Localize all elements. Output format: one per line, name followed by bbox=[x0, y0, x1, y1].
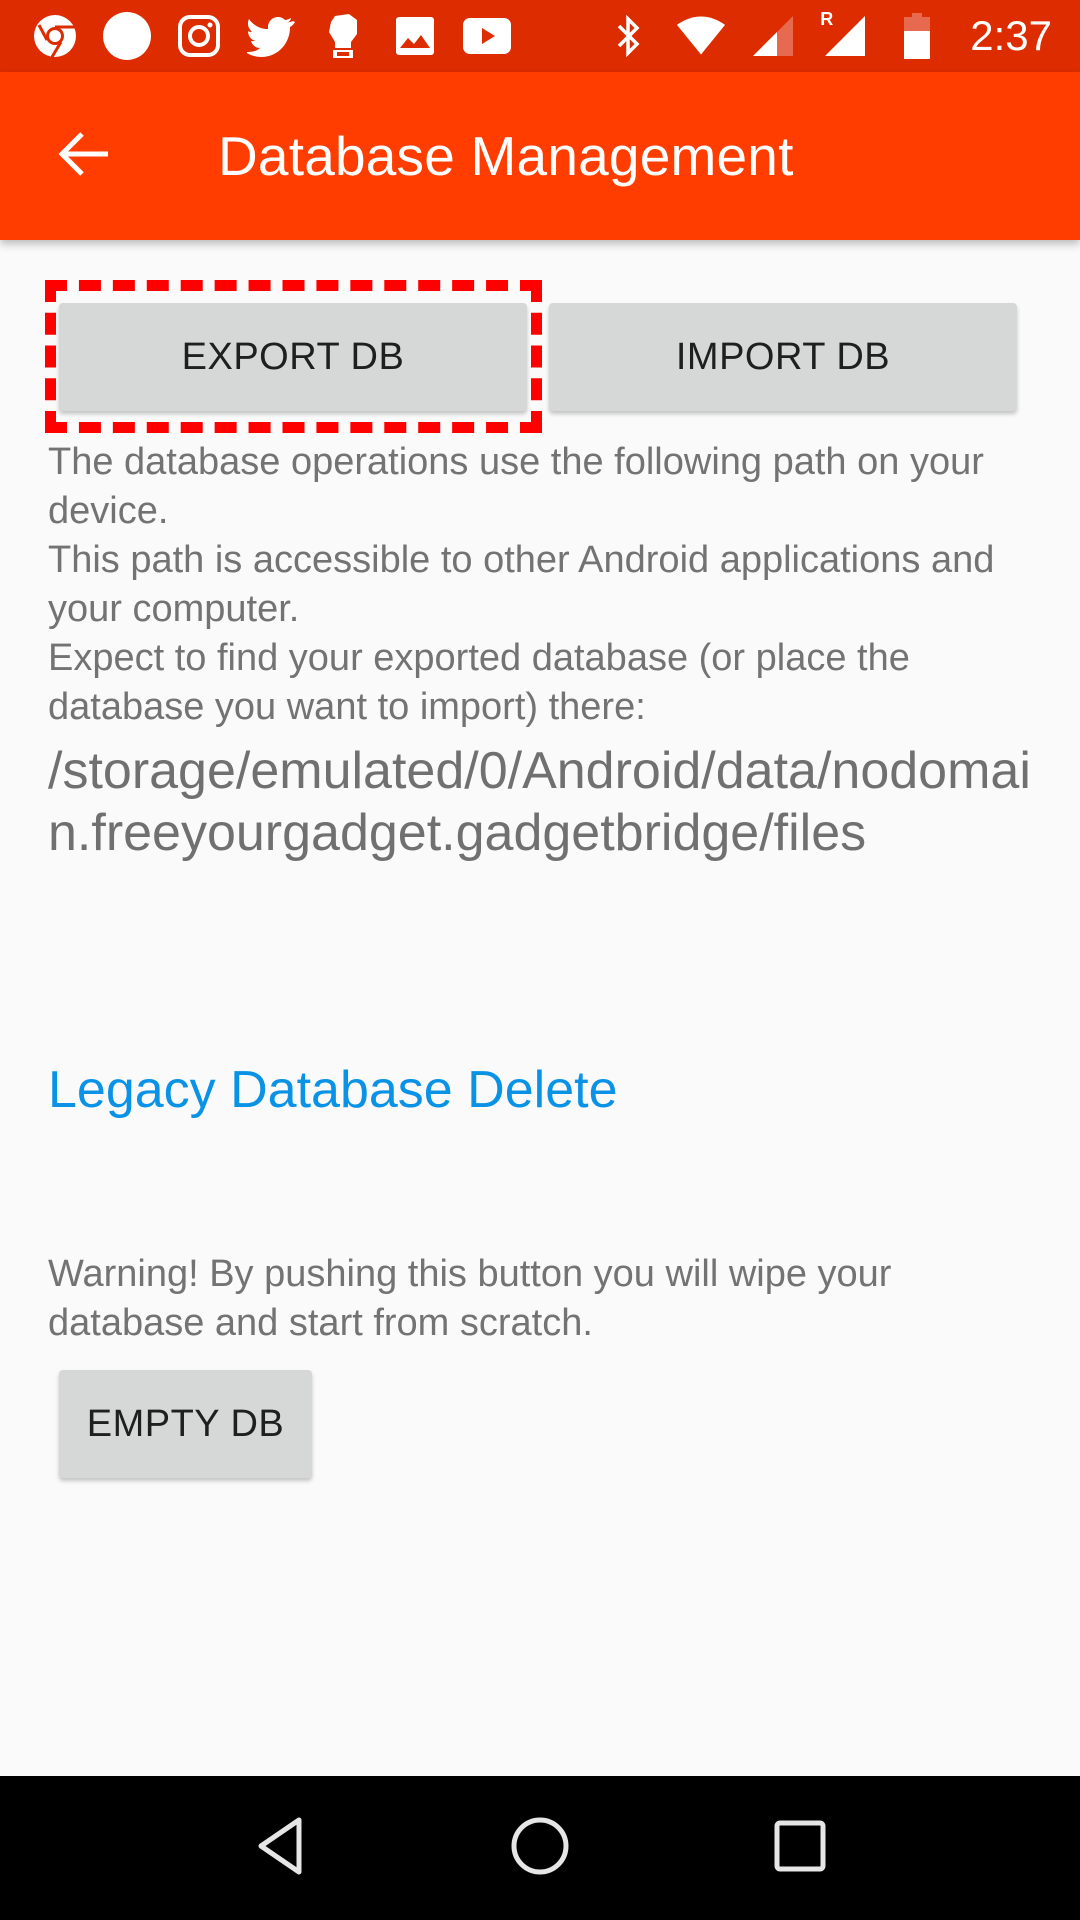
bluetooth-icon bbox=[604, 11, 654, 61]
youtube-icon bbox=[462, 11, 512, 61]
roaming-signal-icon: R bbox=[820, 9, 870, 61]
roaming-label: R bbox=[820, 9, 834, 29]
storage-path: /storage/emulated/0/Android/data/nodomai… bbox=[48, 740, 1058, 864]
empty-db-button[interactable]: EMPTY DB bbox=[59, 1370, 312, 1478]
warning-text: Warning! By pushing this button you will… bbox=[48, 1253, 892, 1344]
page-title: Database Management bbox=[218, 125, 794, 187]
nav-home-icon bbox=[510, 1816, 570, 1881]
clock: 2:37 bbox=[970, 12, 1052, 59]
notification-icons bbox=[0, 11, 512, 61]
nav-back-button[interactable] bbox=[220, 1788, 340, 1908]
navigation-bar bbox=[0, 1776, 1080, 1920]
system-icons: R 2:37 bbox=[604, 9, 1080, 61]
cell-signal-icon bbox=[748, 11, 798, 61]
chrome-icon bbox=[30, 11, 80, 61]
info-line-2: This path is accessible to other Android… bbox=[48, 539, 995, 630]
storage-path-value: /storage/emulated/0/Android/data/nodomai… bbox=[48, 742, 1031, 862]
fist-icon bbox=[318, 11, 368, 61]
back-button[interactable] bbox=[34, 106, 134, 206]
nav-recents-icon bbox=[774, 1820, 826, 1877]
info-line-1: The database operations use the followin… bbox=[48, 441, 984, 532]
info-line-3: Expect to find your exported database (o… bbox=[48, 637, 910, 728]
instagram-icon bbox=[174, 11, 224, 61]
nav-back-icon bbox=[255, 1816, 305, 1881]
circle-icon bbox=[102, 11, 152, 61]
gallery-icon bbox=[390, 11, 440, 61]
path-info-text: The database operations use the followin… bbox=[48, 438, 1048, 732]
db-action-buttons: EXPORT DB IMPORT DB bbox=[59, 303, 1017, 411]
arrow-back-icon bbox=[58, 130, 110, 183]
export-db-button[interactable]: EXPORT DB bbox=[59, 303, 527, 411]
status-bar: R 2:37 bbox=[0, 0, 1080, 72]
battery-icon bbox=[892, 11, 942, 61]
twitter-icon bbox=[246, 11, 296, 61]
wifi-icon bbox=[676, 11, 726, 61]
nav-recents-button[interactable] bbox=[740, 1788, 860, 1908]
legacy-database-delete-link[interactable]: Legacy Database Delete bbox=[48, 1060, 618, 1120]
nav-home-button[interactable] bbox=[480, 1788, 600, 1908]
app-bar: Database Management bbox=[0, 72, 1080, 240]
import-db-button[interactable]: IMPORT DB bbox=[549, 303, 1017, 411]
